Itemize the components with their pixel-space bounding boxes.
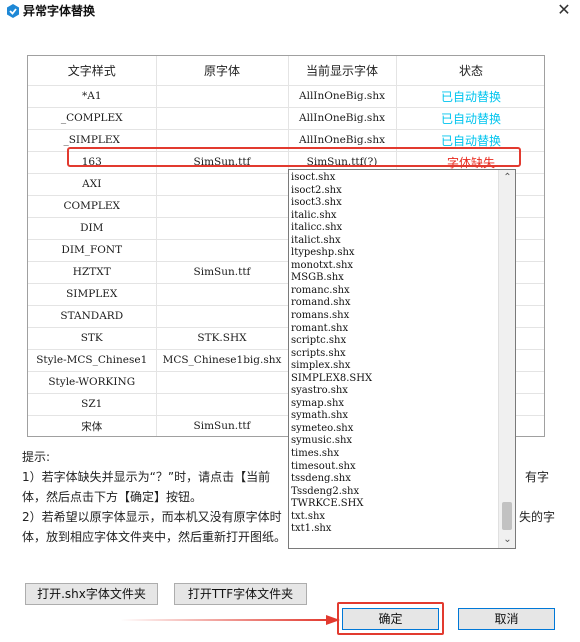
cell-original-font	[156, 283, 289, 306]
dropdown-item[interactable]: symath.shx	[289, 410, 499, 423]
dropdown-item[interactable]: MSGB.shx	[289, 272, 499, 285]
dropdown-item[interactable]: scripts.shx	[289, 348, 499, 361]
cell-text-style: SIMPLEX	[28, 283, 157, 306]
cell-original-font	[156, 393, 289, 416]
cell-text-style: AXI	[28, 173, 157, 196]
cell-original-font	[156, 239, 289, 262]
dropdown-item[interactable]: simplex.shx	[289, 360, 499, 373]
cell-text-style: *A1	[28, 85, 157, 108]
hint-line-1-end: 有字	[525, 470, 550, 484]
window-title: 异常字体替换	[23, 4, 96, 18]
dropdown-item[interactable]: romant.shx	[289, 323, 499, 336]
header-status: 状态	[396, 56, 544, 86]
cell-current-font[interactable]: AllInOneBig.shx	[288, 129, 397, 152]
hint-title: 提示:	[22, 450, 51, 464]
cell-status: 已自动替换	[396, 129, 544, 152]
pointer-arrow-icon	[120, 615, 340, 625]
hint-line-1-text: 1）若字体缺失并显示为“？”时，请点击【当前	[22, 470, 271, 484]
cell-text-style: _SIMPLEX	[28, 129, 157, 152]
dropdown-item[interactable]: italic.shx	[289, 210, 499, 223]
dropdown-item[interactable]: symap.shx	[289, 398, 499, 411]
dropdown-item[interactable]: italicc.shx	[289, 222, 499, 235]
scroll-up-icon[interactable]: ⌃	[499, 170, 516, 186]
cell-current-font[interactable]: AllInOneBig.shx	[288, 85, 397, 108]
hint-line-3-end: 失的字	[519, 510, 556, 524]
cell-current-font[interactable]: AllInOneBig.shx	[288, 107, 397, 130]
dropdown-item[interactable]: syastro.shx	[289, 385, 499, 398]
cell-text-style: STK	[28, 327, 157, 350]
cell-original-font: MCS_Chinese1big.shx	[156, 349, 289, 372]
cell-text-style: DIM_FONT	[28, 239, 157, 262]
cell-text-style: Style-WORKING	[28, 371, 157, 394]
dropdown-item[interactable]: isoct3.shx	[289, 197, 499, 210]
dropdown-item[interactable]: isoct.shx	[289, 172, 499, 185]
cell-original-font: SimSun.ttf	[156, 261, 289, 284]
cell-text-style: 163	[28, 151, 157, 174]
cancel-button[interactable]: 取消	[458, 608, 555, 630]
cell-text-style: STANDARD	[28, 305, 157, 328]
cell-original-font	[156, 173, 289, 196]
close-button[interactable]: ✕	[548, 0, 580, 22]
header-current-font: 当前显示字体	[288, 56, 397, 86]
cell-original-font	[156, 107, 289, 130]
hint-line-4: 体，放到相应字体文件夹中，然后重新打开图纸。	[22, 530, 287, 544]
cell-text-style: DIM	[28, 217, 157, 240]
open-shx-folder-button[interactable]: 打开.shx字体文件夹	[25, 583, 158, 605]
dropdown-item[interactable]: monotxt.shx	[289, 260, 499, 273]
cell-original-font: STK.SHX	[156, 327, 289, 350]
cell-status: 已自动替换	[396, 107, 544, 130]
cell-status: 已自动替换	[396, 85, 544, 108]
title-bar: 异常字体替换 ✕	[0, 0, 580, 34]
table-row[interactable]: _SIMPLEX AllInOneBig.shx 已自动替换	[28, 129, 544, 152]
dropdown-item[interactable]: SIMPLEX8.SHX	[289, 373, 499, 386]
dropdown-item[interactable]: symeteo.shx	[289, 423, 499, 436]
hint-line-1: 1）若字体缺失并显示为“？”时，请点击【当前 有字	[22, 467, 576, 487]
open-ttf-folder-button[interactable]: 打开TTF字体文件夹	[174, 583, 307, 605]
dropdown-item[interactable]: isoct2.shx	[289, 185, 499, 198]
hint-line-2: 体，然后点击下方【确定】按钮。	[22, 490, 203, 504]
hint-line-3: 2）若希望以原字体显示，而本机又没有原字体时 失的字	[22, 507, 576, 527]
header-text-style: 文字样式	[28, 56, 157, 86]
cell-original-font	[156, 217, 289, 240]
table-header-row: 文字样式 原字体 当前显示字体 状态	[28, 56, 544, 86]
table-row[interactable]: *A1 AllInOneBig.shx 已自动替换	[28, 85, 544, 108]
dropdown-item[interactable]: ltypeshp.shx	[289, 247, 499, 260]
dropdown-item[interactable]: italict.shx	[289, 235, 499, 248]
cell-original-font	[156, 195, 289, 218]
dropdown-item[interactable]: romanc.shx	[289, 285, 499, 298]
cell-text-style: SZ1	[28, 393, 157, 416]
cell-original-font	[156, 85, 289, 108]
cell-text-style: HZTXT	[28, 261, 157, 284]
table-row[interactable]: _COMPLEX AllInOneBig.shx 已自动替换	[28, 107, 544, 130]
hint-line-3-text: 2）若希望以原字体显示，而本机又没有原字体时	[22, 510, 282, 524]
dropdown-item[interactable]: scriptc.shx	[289, 335, 499, 348]
dropdown-item[interactable]: romand.shx	[289, 297, 499, 310]
cell-original-font	[156, 129, 289, 152]
cell-original-font: SimSun.ttf	[156, 151, 289, 174]
cell-original-font: SimSun.ttf	[156, 415, 289, 436]
cell-text-style: Style-MCS_Chinese1	[28, 349, 157, 372]
cell-original-font	[156, 371, 289, 394]
cell-text-style: _COMPLEX	[28, 107, 157, 130]
ok-button[interactable]: 确定	[342, 608, 439, 630]
cell-text-style: 宋体	[28, 415, 157, 436]
header-original-font: 原字体	[156, 56, 289, 86]
dropdown-item[interactable]: romans.shx	[289, 310, 499, 323]
cell-text-style: COMPLEX	[28, 195, 157, 218]
cell-original-font	[156, 305, 289, 328]
hints-panel: 提示: 1）若字体缺失并显示为“？”时，请点击【当前 有字 体，然后点击下方【确定…	[22, 447, 576, 547]
app-logo-icon	[7, 4, 19, 18]
